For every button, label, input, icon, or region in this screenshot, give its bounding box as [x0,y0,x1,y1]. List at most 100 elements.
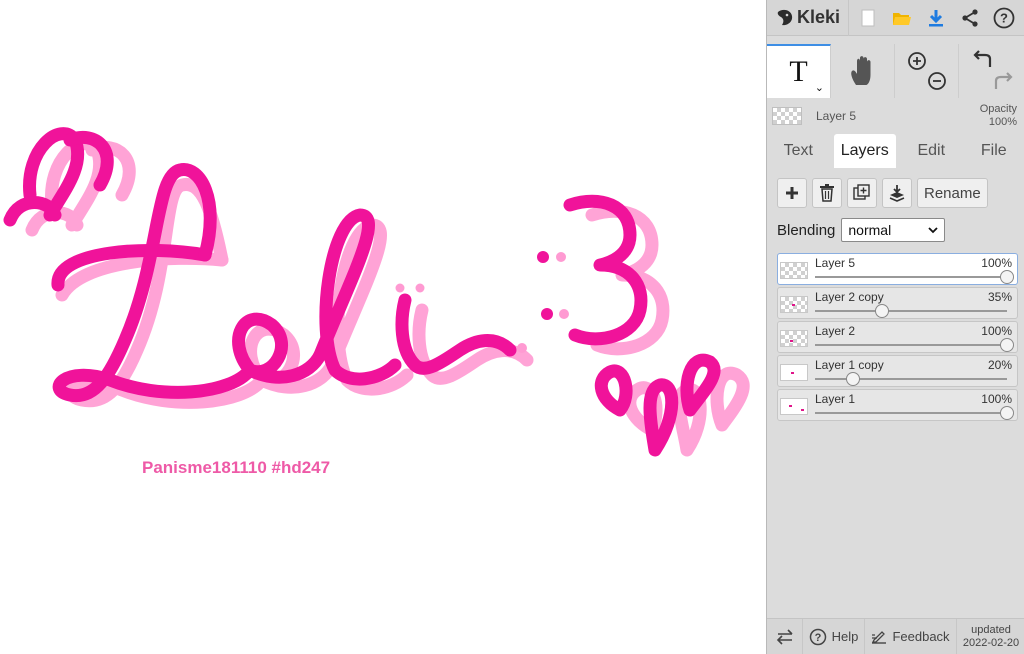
updated-label: updated [971,623,1011,636]
blending-select[interactable]: normal [841,218,946,242]
duplicate-layer-icon [853,184,870,200]
layer-name: Layer 5 [815,256,856,270]
layer-opacity: 100% [981,256,1012,270]
blending-value: normal [848,222,892,238]
delete-layer-icon [820,184,834,202]
layer-thumbnail [780,398,808,415]
tab-layers[interactable]: Layers [833,134,896,168]
layer-thumbnail [780,296,808,313]
new-image-button[interactable] [851,0,885,36]
layer-opacity: 20% [987,358,1012,372]
opacity-slider-track[interactable] [815,276,1007,278]
hand-tool-button[interactable] [831,44,895,98]
svg-text:?: ? [814,632,821,644]
side-panel: Kleki ? T ⌄ Layer 5 Opacity 100% Text La… [766,0,1024,654]
tab-file[interactable]: File [963,134,1024,168]
layer-thumbnail [780,262,808,279]
opacity-slider-track[interactable] [815,310,1007,312]
feedback-link[interactable]: Feedback [865,618,957,654]
zoom-buttons [895,44,959,98]
layer-thumbnail [780,330,808,347]
blending-control: Blending normal [777,218,946,242]
text-tool-button[interactable]: T ⌄ [767,44,831,98]
layer-name: Layer 1 copy [815,358,884,372]
current-layer-strip: Layer 5 Opacity 100% [767,98,1024,134]
layer-name: Layer 2 copy [815,290,884,304]
open-folder-icon [893,12,911,25]
save-download-button[interactable] [919,0,953,36]
merge-down-button[interactable] [882,178,912,208]
swap-arrows-icon [776,628,793,645]
updated-date: 2022-02-20 [962,636,1020,649]
opacity-slider-track[interactable] [815,344,1007,346]
hand-tool-icon [850,56,870,85]
layer-thumbnail [780,364,808,381]
layer-opacity: 100% [981,324,1012,338]
opacity-slider-handle[interactable] [1000,406,1014,420]
layer-opacity: 100% [981,392,1012,406]
share-button[interactable] [953,0,987,36]
help-label: Help [831,629,859,644]
opacity-slider-handle[interactable] [846,372,861,386]
chevron-down-icon[interactable]: ⌄ [815,81,824,94]
help-button[interactable]: ? [987,0,1021,36]
tab-text[interactable]: Text [767,134,830,168]
duplicate-layer-button[interactable] [847,178,877,208]
zoom-out-icon[interactable] [927,72,946,90]
layer-actions: Rename [777,178,988,208]
zoom-icons [907,52,946,90]
layer-item[interactable]: Layer 1 copy 20% [777,355,1018,387]
opacity-value: 100% [988,116,1017,128]
share-icon [962,8,978,27]
swap-side-button[interactable] [767,618,803,654]
zoom-in-icon[interactable] [907,52,926,70]
layer-name: Layer 1 [815,392,856,406]
kleki-bird-icon [777,9,793,25]
opacity-slider-track[interactable] [815,412,1007,414]
blending-label: Blending [777,221,836,239]
current-layer-opacity: Opacity 100% [980,103,1017,129]
add-layer-button[interactable] [777,178,807,208]
current-layer-thumbnail [772,107,802,125]
panel-tabs: Text Layers Edit File [767,134,1024,168]
opacity-slider-handle[interactable] [875,304,890,318]
layer-item[interactable]: Layer 2 100% [777,321,1018,353]
opacity-label: Opacity [979,103,1017,115]
layer-opacity: 35% [987,290,1012,304]
redo-icon[interactable] [994,72,1013,89]
download-icon [929,9,943,26]
kleki-app: Panisme181110 #hd247 Kleki ? T ⌄ Layer 5… [0,0,1024,654]
layer-name: Layer 2 [815,324,856,338]
feedback-label: Feedback [892,629,950,644]
undo-redo-icons [973,50,1013,89]
text-tool-icon: T [789,55,808,88]
svg-text:?: ? [1000,10,1008,25]
layer-list: Layer 5 100% Layer 2 copy 35% Layer 2 10… [777,253,1018,423]
layer-item[interactable]: Layer 5 100% [777,253,1018,285]
help-circle-icon: ? [809,628,826,645]
top-toolbar: Kleki ? [767,0,1024,36]
new-image-icon [861,9,875,26]
tab-edit[interactable]: Edit [900,134,963,168]
kleki-logo[interactable]: Kleki [767,0,849,36]
updated-info: updated 2022-02-20 [957,624,1024,650]
app-name: Kleki [797,7,841,27]
delete-layer-button[interactable] [812,178,842,208]
open-file-button[interactable] [885,0,919,36]
opacity-slider-handle[interactable] [1000,270,1014,284]
chevron-down-icon [928,227,939,234]
layer-item[interactable]: Layer 1 100% [777,389,1018,421]
help-icon: ? [993,7,1015,28]
merge-down-icon [889,185,905,202]
rename-layer-button[interactable]: Rename [917,178,988,208]
opacity-slider-handle[interactable] [1000,338,1014,352]
layer-item[interactable]: Layer 2 copy 35% [777,287,1018,319]
canvas-watermark: Panisme181110 #hd247 [142,458,331,477]
help-link[interactable]: ? Help [803,618,865,654]
panel-footer: ? Help Feedback updated 2022-02-20 [767,618,1024,654]
undo-redo-buttons [959,44,1024,98]
current-layer-name: Layer 5 [816,109,857,123]
undo-icon[interactable] [973,50,992,67]
opacity-slider-track[interactable] [815,378,1007,380]
drawing-canvas[interactable]: Panisme181110 #hd247 [0,0,766,654]
